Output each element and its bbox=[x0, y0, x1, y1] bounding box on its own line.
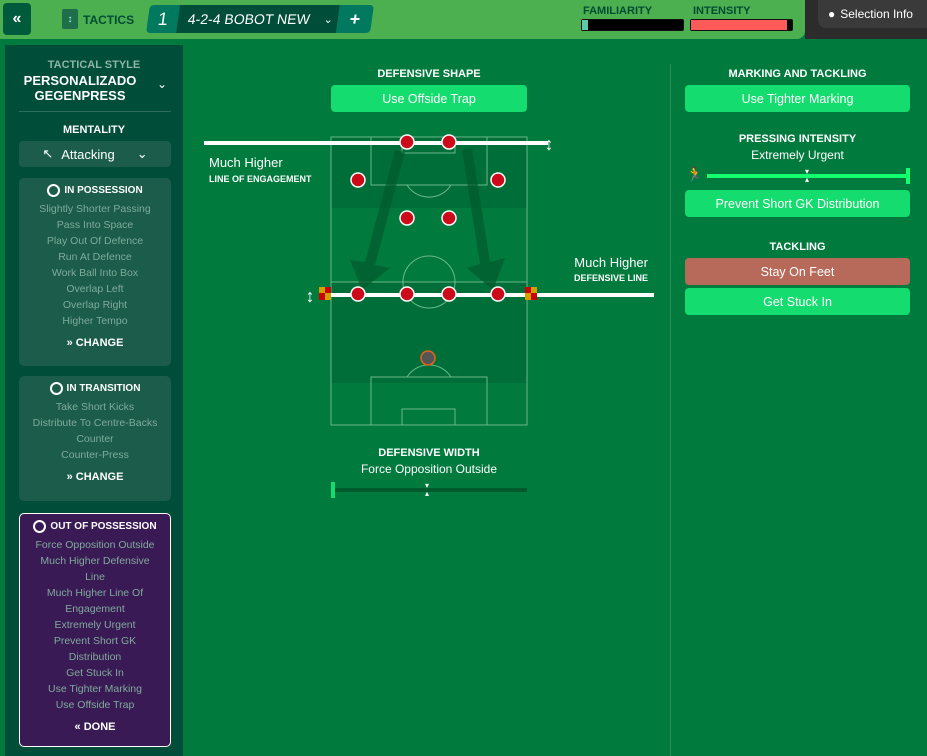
running-player-icon: 🏃 bbox=[686, 166, 704, 182]
tighter-marking-button[interactable]: Use Tighter Marking bbox=[685, 85, 910, 112]
offside-flag-icon bbox=[319, 287, 331, 300]
defline-label: DEFENSIVE LINE bbox=[573, 273, 648, 283]
pressing-value: Extremely Urgent bbox=[751, 148, 844, 162]
drag-handle-icon: ↕ bbox=[545, 134, 554, 154]
pressing-intensity-slider[interactable]: ▾ ▴ bbox=[707, 168, 910, 184]
offside-trap-button[interactable]: Use Offside Trap bbox=[331, 85, 527, 112]
defensive-width-slider[interactable]: ▾ ▴ bbox=[331, 482, 527, 498]
defline-value: Much Higher bbox=[574, 255, 648, 270]
player-marker[interactable] bbox=[399, 134, 415, 150]
player-marker[interactable] bbox=[350, 286, 366, 302]
player-marker[interactable] bbox=[441, 286, 457, 302]
stay-on-feet-button[interactable]: Stay On Feet bbox=[685, 258, 910, 285]
player-marker[interactable] bbox=[441, 210, 457, 226]
drag-handle-icon: ↕ bbox=[306, 286, 315, 306]
player-marker[interactable] bbox=[350, 172, 366, 188]
pressing-title: PRESSING INTENSITY bbox=[738, 133, 857, 145]
player-marker[interactable] bbox=[490, 286, 506, 302]
defensive-shape-title: DEFENSIVE SHAPE bbox=[377, 68, 481, 80]
defensive-width-value: Force Opposition Outside bbox=[360, 462, 498, 476]
defensive-width-title: DEFENSIVE WIDTH bbox=[378, 447, 480, 459]
player-marker[interactable] bbox=[441, 134, 457, 150]
player-marker[interactable] bbox=[399, 210, 415, 226]
tackling-title: TACKLING bbox=[769, 241, 826, 253]
marking-title: MARKING AND TACKLING bbox=[728, 68, 867, 80]
pitch-diagram: ↕ ↕ bbox=[204, 134, 654, 426]
goalkeeper-marker[interactable] bbox=[420, 350, 436, 366]
engagement-value: Much Higher bbox=[209, 155, 283, 170]
player-marker[interactable] bbox=[399, 286, 415, 302]
engagement-label: LINE OF ENGAGEMENT bbox=[209, 174, 312, 184]
prevent-gk-distribution-button[interactable]: Prevent Short GK Distribution bbox=[685, 190, 910, 217]
get-stuck-in-button[interactable]: Get Stuck In bbox=[685, 288, 910, 315]
offside-flag-icon bbox=[525, 287, 537, 300]
player-marker[interactable] bbox=[490, 172, 506, 188]
